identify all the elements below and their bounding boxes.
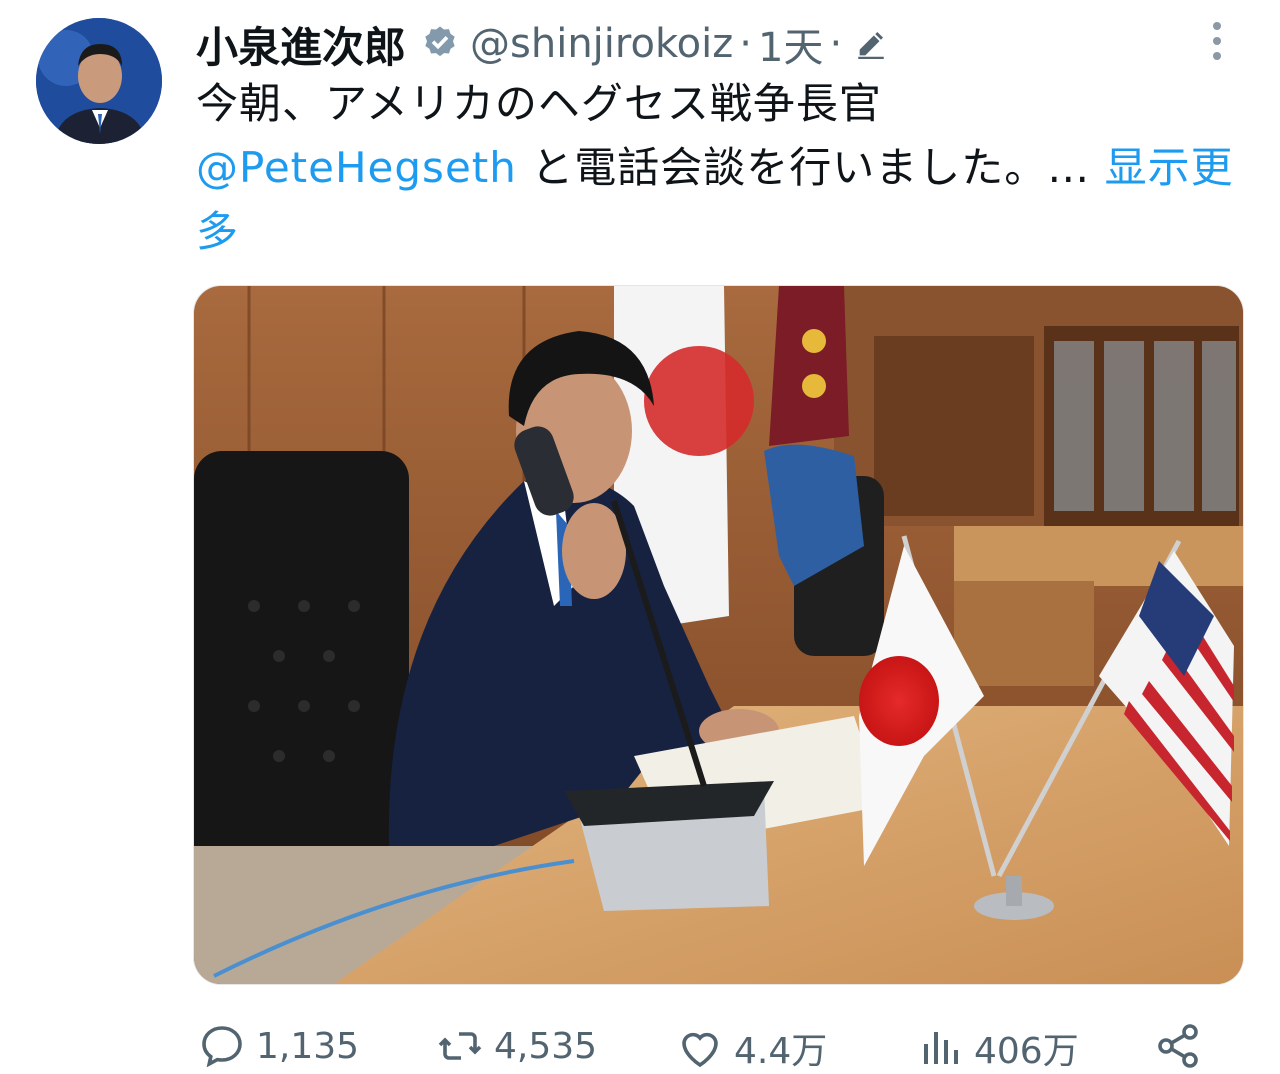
tweet-text-line2: と電話会談を行いました。… bbox=[516, 143, 1091, 192]
verified-badge-icon bbox=[425, 26, 455, 57]
tweet-time[interactable]: 1天 bbox=[758, 15, 823, 73]
edit-pencil-icon[interactable] bbox=[854, 27, 888, 61]
author-handle[interactable]: @shinjirokoiz bbox=[470, 21, 733, 67]
reply-count: 1,135 bbox=[256, 1025, 360, 1067]
retweet-icon bbox=[438, 1032, 482, 1060]
tweet-text: 今朝、アメリカのヘグセス戦争長官 @PeteHegseth と電話会談を行いまし… bbox=[196, 72, 1256, 264]
like-count: 4.4万 bbox=[734, 1031, 828, 1072]
share-button[interactable] bbox=[1154, 1022, 1202, 1070]
tweet-text-line1: 今朝、アメリカのヘグセス戦争長官 bbox=[196, 79, 882, 128]
photo-office-phone-call bbox=[194, 286, 1243, 984]
share-icon bbox=[1158, 1024, 1198, 1068]
tweet-photo[interactable] bbox=[193, 285, 1244, 985]
like-button[interactable]: 4.4万 bbox=[676, 1022, 827, 1074]
separator-dot: · bbox=[829, 21, 843, 67]
avatar-portrait bbox=[36, 18, 162, 144]
views-bar-chart-icon bbox=[924, 1032, 958, 1064]
author-name[interactable]: 小泉進次郎 bbox=[196, 14, 406, 75]
views-count: 406万 bbox=[974, 1031, 1079, 1072]
views-button[interactable]: 406万 bbox=[916, 1022, 1079, 1074]
more-vertical-icon[interactable] bbox=[1203, 18, 1231, 64]
reply-button[interactable]: 1,135 bbox=[198, 1022, 359, 1070]
heart-icon bbox=[682, 1032, 718, 1068]
tweet-header: 小泉進次郎 @shinjirokoiz · 1天 · bbox=[196, 14, 888, 74]
separator-dot: · bbox=[739, 21, 752, 67]
tweet-action-bar: 1,135 4,535 4.4万 406万 bbox=[196, 1018, 1246, 1074]
mention-link[interactable]: @PeteHegseth bbox=[196, 143, 517, 192]
retweet-button[interactable]: 4,535 bbox=[436, 1022, 597, 1070]
author-avatar[interactable] bbox=[36, 18, 162, 144]
retweet-count: 4,535 bbox=[494, 1025, 598, 1067]
reply-icon bbox=[202, 1026, 242, 1068]
